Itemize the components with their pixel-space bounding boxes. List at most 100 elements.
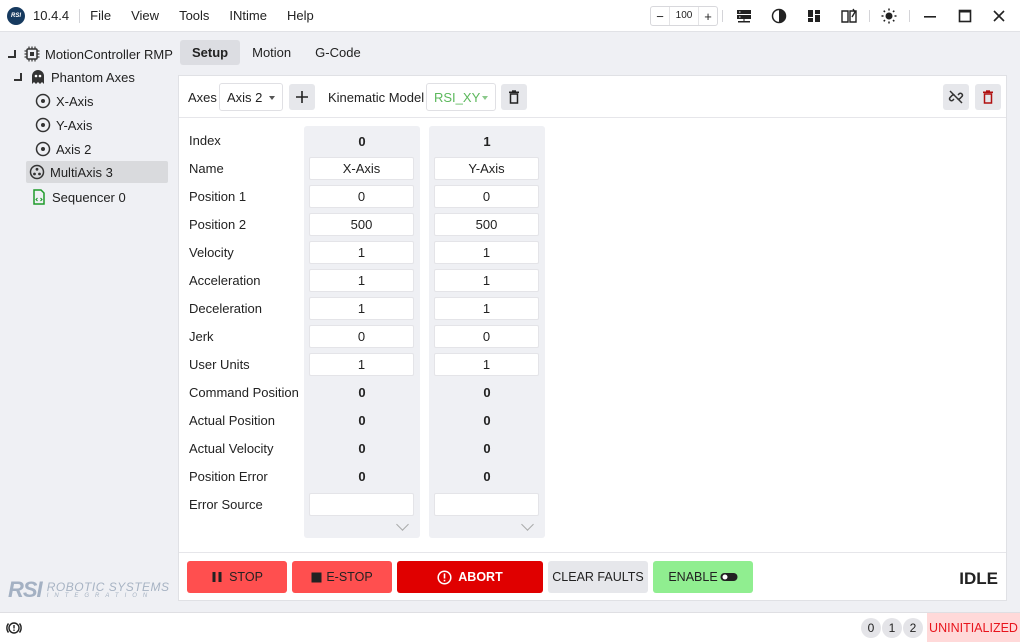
zoom-out-button[interactable]: − [651,9,669,24]
user-units-field[interactable]: 1 [434,353,539,376]
row-label-error-source: Error Source [189,497,263,512]
tree-item-label: X-Axis [56,93,94,109]
tree-item-sequencer-0[interactable]: Sequencer 0 [31,186,126,208]
menu-intime[interactable]: INtime [229,8,267,23]
menu-file[interactable]: File [90,8,111,23]
chip-icon [24,46,40,62]
multiaxis-icon [29,164,45,180]
dashboard-layout-icon[interactable] [806,8,822,24]
abort-label: ABORT [458,570,503,584]
actual-velocity-value: 0 [483,441,491,456]
tab-gcode[interactable]: G-Code [303,40,373,65]
position-2-field[interactable]: 500 [434,213,539,236]
stop-label: STOP [229,570,263,584]
deceleration-field[interactable]: 1 [309,297,414,320]
tree-item-phantom-axes[interactable]: Phantom Axes [14,66,135,88]
tree-item-motion-controller[interactable]: MotionController RMP [8,43,173,65]
network-server-icon[interactable] [736,8,752,24]
trash-icon [509,90,519,104]
velocity-field[interactable]: 1 [434,241,539,264]
multiaxis-setup-panel: Axes Axis 2 Kinematic Model RSI_XY Index… [178,75,1007,601]
close-icon[interactable] [991,8,1007,24]
contrast-icon[interactable] [771,8,787,24]
delete-multiaxis-button[interactable] [975,84,1001,110]
app-version: 10.4.4 [33,8,70,23]
sidebar-tree: MotionController RMP Phantom Axes X-Axis… [0,33,176,609]
brightness-icon[interactable] [881,8,897,24]
tree-collapse-icon[interactable] [8,50,16,58]
node-badge-2[interactable]: 2 [903,618,923,638]
delete-kinematic-button[interactable] [501,84,527,110]
error-source-field[interactable] [434,493,539,516]
user-units-field[interactable]: 1 [309,353,414,376]
menu-help[interactable]: Help [287,8,314,23]
zoom-in-button[interactable]: + [699,9,717,24]
divider [869,10,870,22]
error-source-field[interactable] [309,493,414,516]
caret-down-icon [482,96,488,100]
row-label-acceleration: Acceleration [189,273,261,288]
stop-button[interactable]: STOP [187,561,287,593]
divider [909,10,910,22]
alert-indicator-icon[interactable] [6,620,22,639]
tree-collapse-icon[interactable] [14,73,22,81]
axis-icon [35,93,51,109]
axis-name-field[interactable]: X-Axis [309,157,414,180]
estop-button[interactable]: E-STOP [292,561,392,593]
actual-position-value: 0 [483,413,491,428]
tree-item-y-axis[interactable]: Y-Axis [35,114,92,136]
book-edit-icon[interactable] [841,8,857,24]
axis-index: 0 [358,134,366,149]
menu-view[interactable]: View [131,8,159,23]
tree-item-label: Y-Axis [56,117,93,133]
zoom-control: − 100 + [650,6,718,26]
maximize-icon[interactable] [957,8,973,24]
node-badge-0[interactable]: 0 [861,618,881,638]
axes-label: Axes [188,90,217,105]
velocity-field[interactable]: 1 [309,241,414,264]
divider [722,10,723,22]
row-label-actual-velocity: Actual Velocity [189,441,274,456]
command-position-value: 0 [483,385,491,400]
tree-item-x-axis[interactable]: X-Axis [35,90,94,112]
position-2-field[interactable]: 500 [309,213,414,236]
jerk-field[interactable]: 0 [309,325,414,348]
jerk-field[interactable]: 0 [434,325,539,348]
row-label-user-units: User Units [189,357,250,372]
expand-chevron-icon[interactable] [521,518,534,531]
tree-item-multiaxis-3[interactable]: MultiAxis 3 [26,161,168,183]
position-1-field[interactable]: 0 [434,185,539,208]
axes-select[interactable]: Axis 2 [219,83,283,111]
abort-button[interactable]: ABORT [397,561,543,593]
tree-item-label: MultiAxis 3 [50,164,113,180]
deceleration-field[interactable]: 1 [434,297,539,320]
status-bar: 0 1 2 UNINITIALIZED [0,612,1020,642]
acceleration-field[interactable]: 1 [309,269,414,292]
expand-chevron-icon[interactable] [396,518,409,531]
sequencer-file-icon [31,189,47,205]
company-logo: RSI ROBOTIC SYSTEMS INTEGRATION [8,577,170,603]
menu-tools[interactable]: Tools [179,8,209,23]
tree-item-axis-2[interactable]: Axis 2 [35,138,91,160]
plus-icon [296,91,308,103]
position-1-field[interactable]: 0 [309,185,414,208]
enable-button[interactable]: ENABLE [653,561,753,593]
command-position-value: 0 [358,385,366,400]
add-axis-button[interactable] [289,84,315,110]
tab-setup[interactable]: Setup [180,40,241,65]
tab-bar: Setup Motion G-Code [180,40,373,65]
zoom-value[interactable]: 100 [669,7,699,25]
axis-name-field[interactable]: Y-Axis [434,157,539,180]
unlink-button[interactable] [943,84,969,110]
node-badge-1[interactable]: 1 [882,618,902,638]
acceleration-field[interactable]: 1 [434,269,539,292]
tab-motion[interactable]: Motion [240,40,303,65]
minimize-icon[interactable] [922,8,938,24]
tree-item-label: Axis 2 [56,141,92,157]
row-label-index: Index [189,133,221,148]
clear-faults-button[interactable]: CLEAR FAULTS [548,561,648,593]
motion-state: IDLE [959,569,998,588]
kinematic-model-select[interactable]: RSI_XY [426,83,496,111]
brand-line-1: ROBOTIC SYSTEMS [46,580,170,594]
kinematic-model-label: Kinematic Model [328,90,425,105]
